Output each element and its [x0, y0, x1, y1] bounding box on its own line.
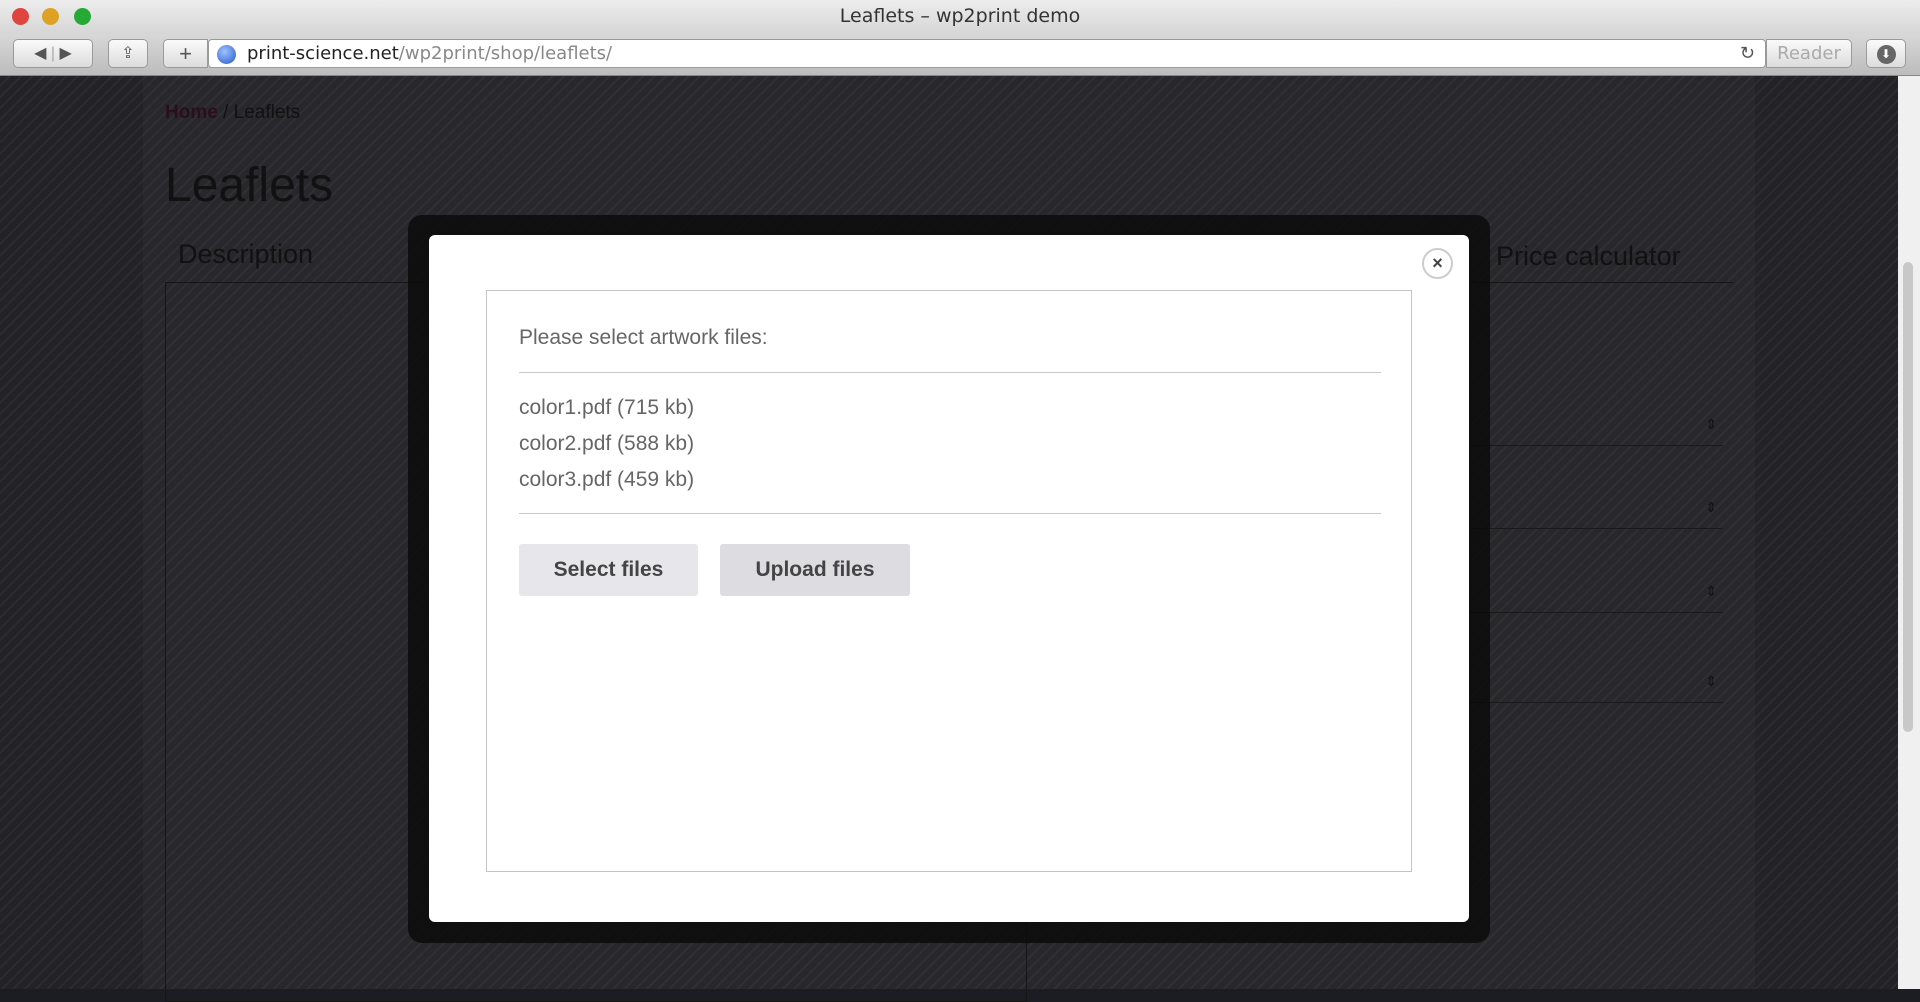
breadcrumb: Home / Leaflets	[165, 102, 300, 124]
select-arrow-icon: ⇕	[1705, 416, 1717, 432]
scrollbar[interactable]	[1898, 76, 1920, 989]
share-icon: ⇪	[121, 45, 135, 62]
page-title: Leaflets	[165, 159, 334, 212]
globe-icon	[217, 45, 236, 64]
minimize-window-icon[interactable]	[42, 8, 59, 25]
breadcrumb-separator: /	[223, 102, 229, 123]
reload-icon[interactable]: ↻	[1740, 40, 1755, 67]
url-path: /wp2print/shop/leaflets/	[398, 43, 613, 64]
breadcrumb-home[interactable]: Home	[165, 102, 218, 123]
upload-modal: × Please select artwork files: color1.pd…	[429, 235, 1469, 922]
upload-files-button[interactable]: Upload files	[720, 544, 910, 596]
forward-icon[interactable]: ▶	[60, 45, 72, 62]
tab-description[interactable]: Description	[178, 239, 313, 270]
browser-toolbar: ◀ | ▶ ⇪ + print-science.net/wp2print/sho…	[0, 34, 1920, 76]
upload-prompt: Please select artwork files:	[519, 326, 768, 349]
zoom-window-icon[interactable]	[74, 8, 91, 25]
downloads-button[interactable]: ⬇	[1866, 39, 1906, 68]
close-window-icon[interactable]	[12, 8, 29, 25]
window-title: Leaflets – wp2print demo	[839, 5, 1081, 27]
new-tab-button[interactable]: +	[163, 39, 208, 68]
file-item: color3.pdf (459 kb)	[519, 468, 695, 491]
url-domain: print-science.net	[247, 43, 399, 64]
select-arrow-icon: ⇕	[1705, 673, 1717, 689]
file-item: color2.pdf (588 kb)	[519, 432, 695, 455]
select-files-button[interactable]: Select files	[519, 544, 698, 596]
file-item: color1.pdf (715 kb)	[519, 396, 695, 419]
upload-panel: Please select artwork files: color1.pdf …	[486, 290, 1412, 872]
select-arrow-icon: ⇕	[1705, 583, 1717, 599]
tab-price-calculator[interactable]: Price calculator	[1496, 241, 1681, 272]
share-button[interactable]: ⇪	[108, 39, 148, 68]
select-arrow-icon: ⇕	[1705, 499, 1717, 515]
scrollbar-thumb[interactable]	[1903, 262, 1913, 732]
window-titlebar: Leaflets – wp2print demo	[0, 0, 1920, 34]
divider	[519, 372, 1381, 373]
back-icon[interactable]: ◀	[34, 45, 46, 62]
back-forward-buttons[interactable]: ◀ | ▶	[13, 39, 93, 68]
address-bar[interactable]: print-science.net/wp2print/shop/leaflets…	[208, 39, 1766, 68]
breadcrumb-current: Leaflets	[233, 102, 301, 123]
divider	[519, 513, 1381, 514]
reader-button[interactable]: Reader	[1766, 39, 1852, 68]
close-modal-button[interactable]: ×	[1422, 248, 1453, 279]
download-icon: ⬇	[1876, 45, 1896, 64]
